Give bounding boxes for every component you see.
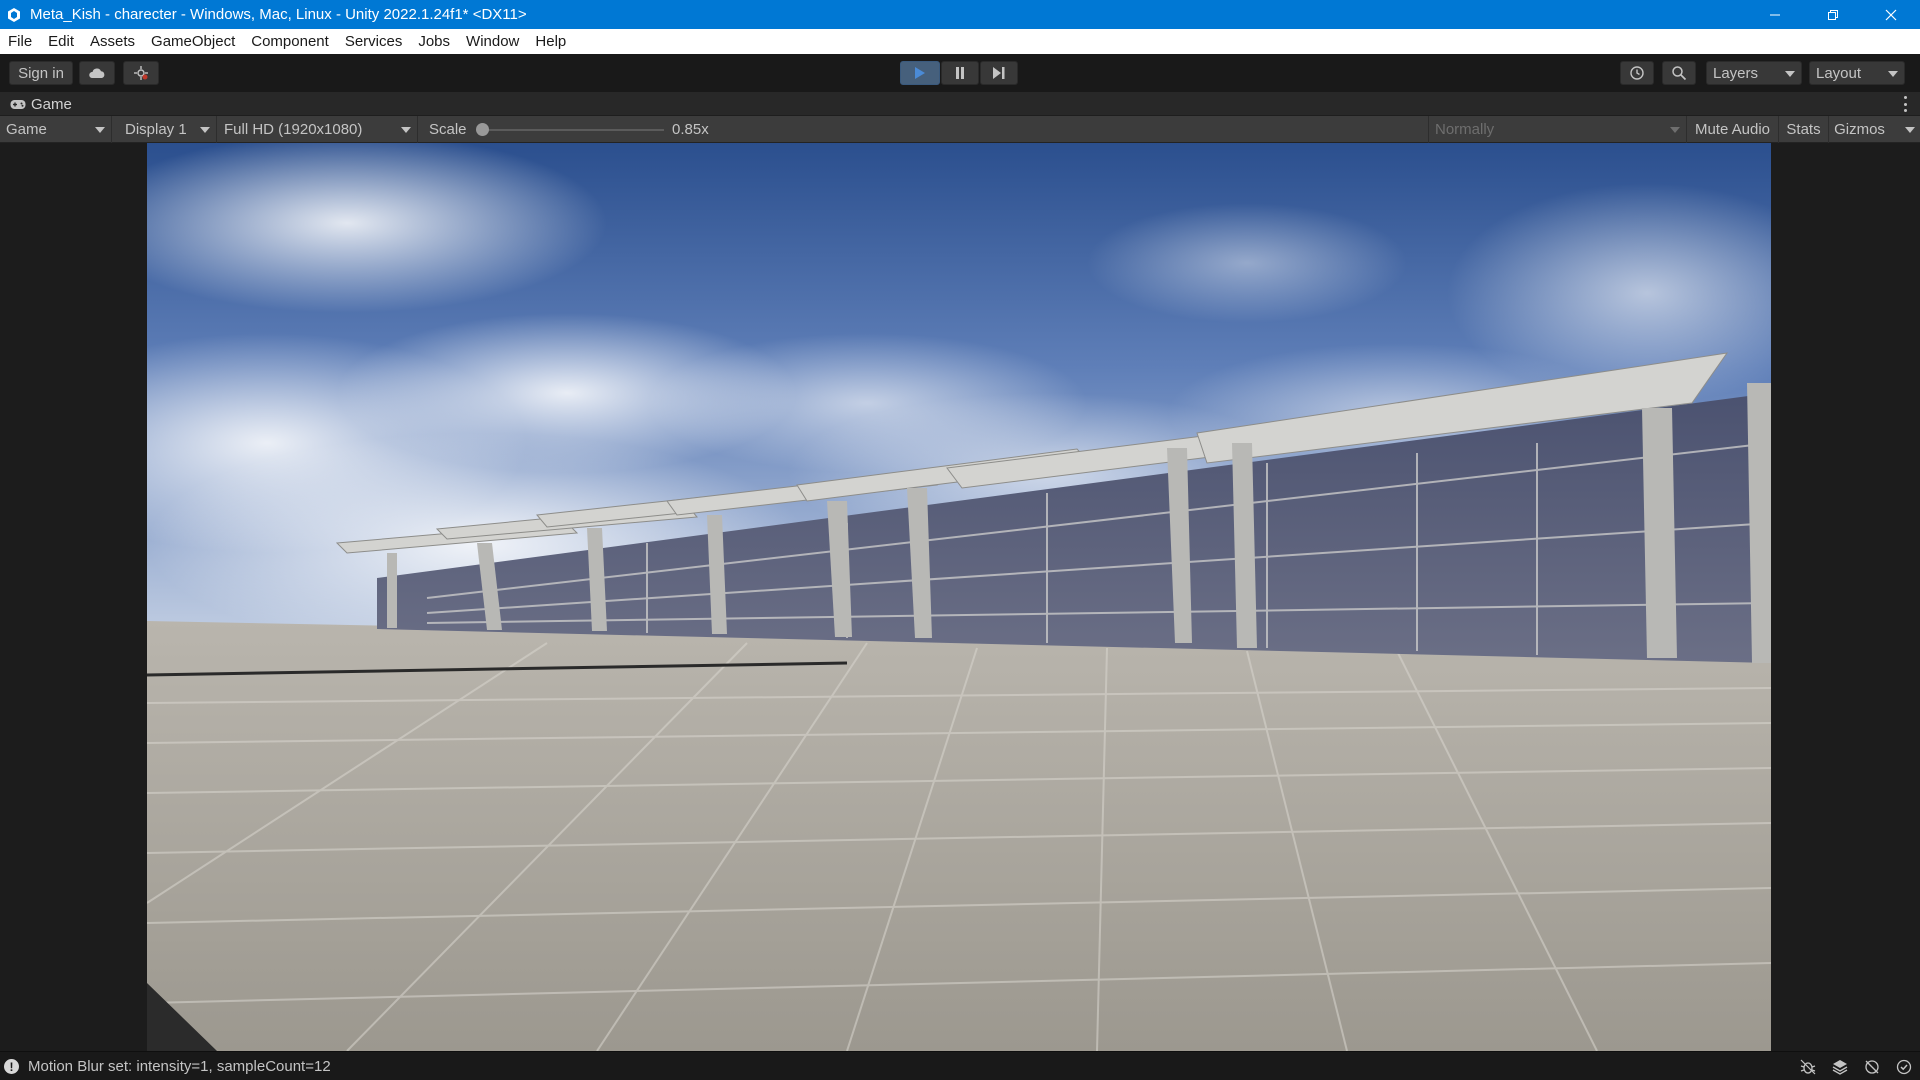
scale-value: 0.85x [672,121,709,138]
play-icon [915,67,925,79]
layers-label: Layers [1713,64,1759,82]
info-icon: ! [4,1059,19,1074]
search-icon [1672,66,1687,81]
rendered-scene [147,143,1771,1051]
check-circle-icon[interactable] [1894,1057,1914,1077]
unity-logo-icon [6,7,22,23]
menu-file[interactable]: File [0,29,40,54]
display-label: Display 1 [125,121,187,138]
minimize-button[interactable] [1746,0,1804,29]
mute-audio-toggle[interactable]: Mute Audio [1686,116,1778,143]
layout-label: Layout [1816,64,1862,82]
tab-game-label: Game [31,95,72,113]
tab-game[interactable]: Game [0,92,82,116]
game-render-view[interactable] [147,143,1771,1051]
step-icon [993,67,1005,79]
scale-slider-handle[interactable] [476,123,489,136]
chevron-down-icon [200,127,210,133]
window-title: Meta_Kish - charecter - Windows, Mac, Li… [30,6,527,23]
chevron-down-icon [1888,71,1898,77]
main-toolbar: Sign in Layers Layout [0,54,1920,92]
game-tab-header: Game [0,92,1920,116]
window-title-bar: Meta_Kish - charecter - Windows, Mac, Li… [0,0,1920,29]
menu-help[interactable]: Help [527,29,574,54]
resolution-label: Full HD (1920x1080) [224,121,363,138]
scale-label: Scale [429,121,467,138]
menu-assets[interactable]: Assets [82,29,143,54]
history-icon [1630,66,1644,80]
chevron-down-icon [1785,71,1795,77]
minimize-icon [1770,14,1780,15]
debug-icon[interactable] [1798,1057,1818,1077]
layout-dropdown[interactable]: Layout [1809,61,1905,85]
chevron-down-icon [1905,126,1915,133]
menu-edit[interactable]: Edit [40,29,82,54]
menu-jobs[interactable]: Jobs [410,29,458,54]
display-dropdown[interactable]: Display 1 [119,116,217,143]
search-button[interactable] [1662,61,1696,85]
sign-in-button[interactable]: Sign in [9,61,73,85]
chevron-down-icon [401,127,411,133]
gizmos-label: Gizmos [1834,121,1885,138]
game-mode-label: Game [6,121,47,138]
gizmos-toggle[interactable]: Gizmos [1828,116,1900,143]
step-button[interactable] [980,61,1018,85]
gizmos-dropdown[interactable] [1900,116,1920,143]
more-options-icon[interactable] [1904,96,1908,112]
play-focus-dropdown[interactable]: Normally [1428,116,1686,143]
pause-icon [956,67,964,79]
game-view-controls: Game Display 1 Full HD (1920x1080) Scale… [0,116,1920,143]
collab-icon [134,66,148,80]
layers-stack-icon[interactable] [1830,1057,1850,1077]
menu-services[interactable]: Services [337,29,411,54]
undo-history-button[interactable] [1620,61,1654,85]
menu-bar: File Edit Assets GameObject Component Se… [0,29,1920,54]
menu-window[interactable]: Window [458,29,527,54]
pause-button[interactable] [941,61,979,85]
gamepad-icon [10,99,26,110]
stats-toggle[interactable]: Stats [1778,116,1828,143]
close-icon [1885,9,1897,20]
layers-dropdown[interactable]: Layers [1706,61,1802,85]
restore-icon [1828,9,1838,20]
cloud-icon [89,68,105,78]
collab-button[interactable] [123,61,159,85]
cloud-button[interactable] [79,61,115,85]
menu-component[interactable]: Component [243,29,337,54]
status-bar: ! Motion Blur set: intensity=1, sampleCo… [0,1051,1920,1080]
floor [147,621,1771,1051]
resolution-dropdown[interactable]: Full HD (1920x1080) [218,116,418,143]
game-mode-dropdown[interactable]: Game [0,116,112,143]
scale-slider-track[interactable] [482,129,664,131]
chevron-down-icon [95,127,105,133]
status-message[interactable]: Motion Blur set: intensity=1, sampleCoun… [28,1058,331,1075]
network-icon[interactable] [1862,1057,1882,1077]
play-button[interactable] [900,61,940,85]
menu-gameobject[interactable]: GameObject [143,29,243,54]
close-window-button[interactable] [1862,0,1920,29]
chevron-down-icon [1670,127,1680,133]
restore-button[interactable] [1804,0,1862,29]
play-focus-label: Normally [1435,121,1495,138]
